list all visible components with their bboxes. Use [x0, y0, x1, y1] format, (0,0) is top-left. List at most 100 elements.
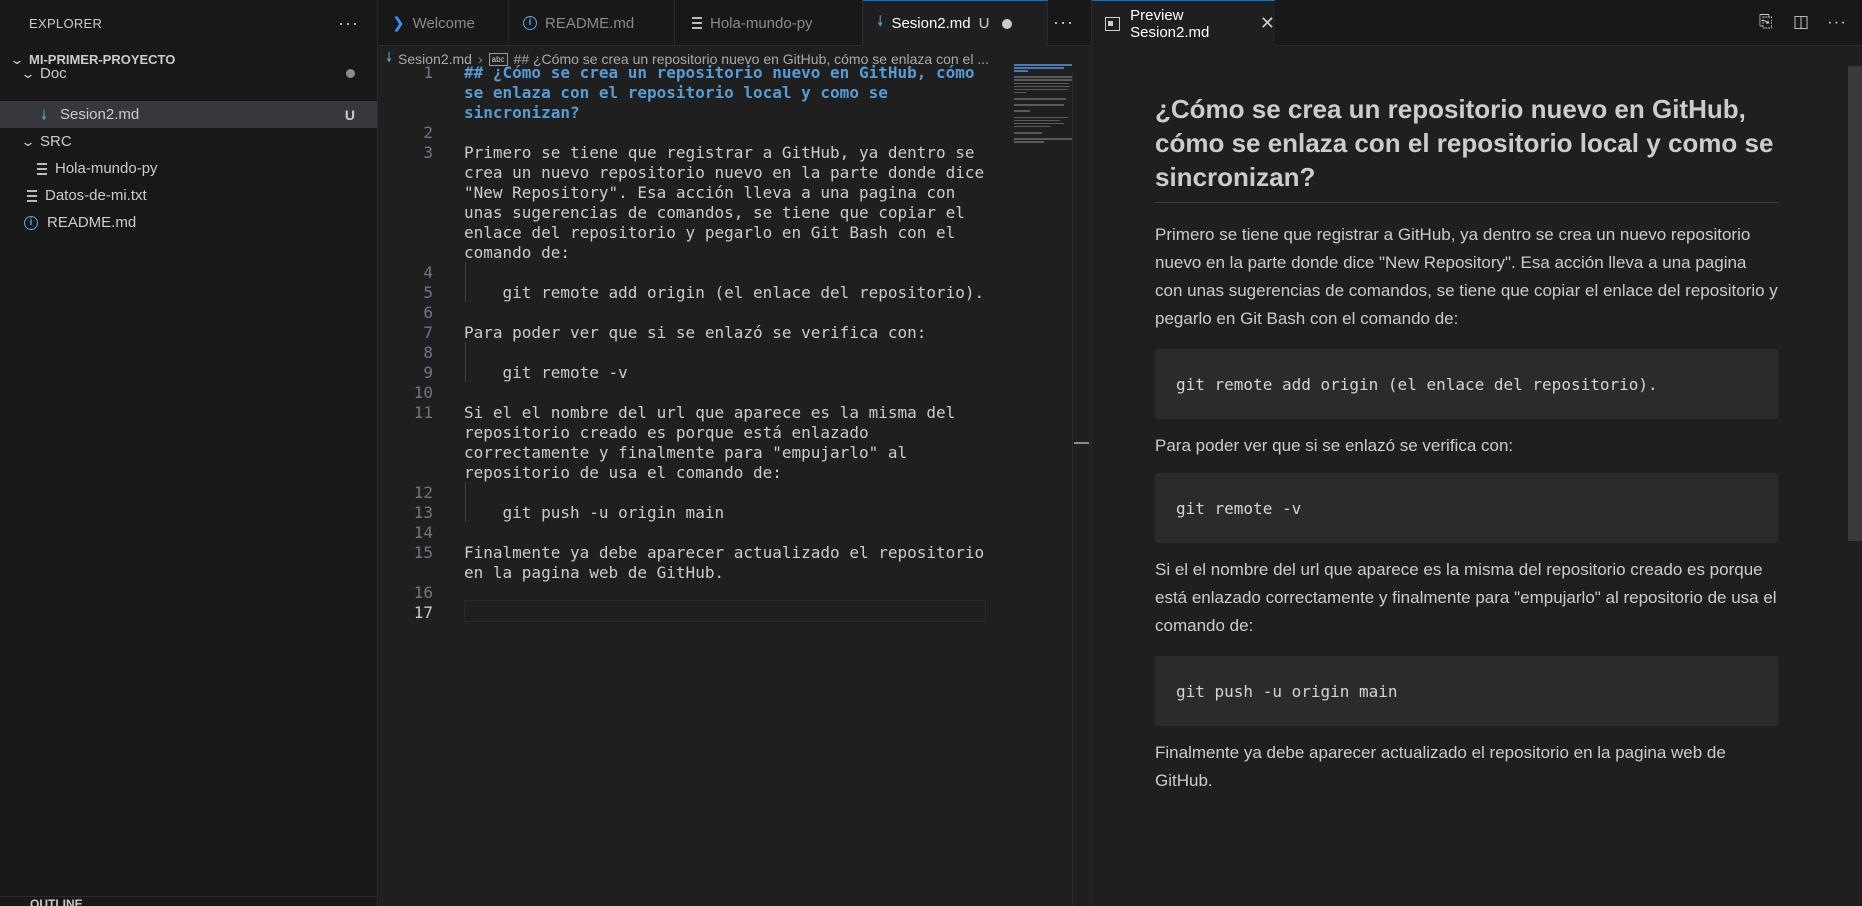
open-source-icon[interactable]: ⎘ [1759, 12, 1773, 32]
tab-label: Welcome [412, 14, 475, 32]
line-number: 1 [423, 63, 433, 82]
info-icon: i [523, 16, 537, 30]
markdown-preview[interactable]: ¿Cómo se crea un repositorio nuevo en Gi… [1091, 46, 1862, 906]
code-line: ## ¿Cómo se crea un repositorio nuevo en… [464, 63, 975, 82]
explorer-sidebar: EXPLORER ··· ⌄ MI-PRIMER-PROYECTO ⌄ Doc … [0, 0, 378, 906]
line-number: 14 [413, 523, 433, 542]
preview-paragraph: Si el el nombre del url que aparece es l… [1155, 560, 1777, 635]
file-label: Datos-de-mi.txt [45, 187, 147, 204]
unsaved-dot-icon[interactable] [1001, 18, 1012, 29]
explorer-more-icon[interactable]: ··· [338, 13, 359, 34]
tab-label: Hola-mundo-py [710, 14, 813, 32]
file-label: README.md [47, 214, 137, 231]
code-line: git remote -v [464, 363, 628, 382]
code-line: "New Repository". Esa acción lleva a una… [464, 183, 956, 202]
preview-code-block: git remote -v [1155, 473, 1778, 543]
file-datos-de-mi-txt[interactable]: Datos-de-mi.txt [0, 182, 377, 209]
untracked-badge: U [344, 106, 355, 123]
code-line: repositorio creado es porque está enlaza… [464, 423, 869, 442]
preview-paragraph: Finalmente ya debe aparecer actualizado … [1155, 743, 1726, 790]
preview-code-block: git remote add origin (el enlace del rep… [1155, 349, 1778, 419]
preview-paragraph: Primero se tiene que registrar a GitHub,… [1155, 225, 1778, 328]
info-icon: i [24, 215, 38, 230]
code-line: se enlaza con el repositorio local y com… [464, 83, 888, 102]
preview-heading: ¿Cómo se crea un repositorio nuevo en Gi… [1155, 92, 1778, 203]
line-number: 3 [423, 143, 433, 162]
close-icon[interactable]: ✕ [1260, 13, 1275, 34]
minimap[interactable] [1014, 64, 1074, 144]
line-number: 10 [413, 383, 433, 402]
text-file-icon [37, 162, 47, 175]
code-line: en la pagina web de GitHub. [464, 563, 725, 582]
tab-readme[interactable]: i README.md [509, 0, 675, 46]
folder-src[interactable]: ⌄ SRC [0, 128, 377, 155]
file-hola-mundo-py[interactable]: Hola-mundo-py [0, 155, 377, 182]
current-line-highlight [464, 600, 986, 622]
line-number: 7 [423, 323, 433, 342]
folder-label: SRC [40, 133, 72, 150]
preview-scrollbar[interactable] [1848, 66, 1862, 541]
code-line: enlace del repositorio y pegarlo en Git … [464, 223, 956, 242]
line-number: 13 [413, 503, 433, 522]
explorer-header: EXPLORER ··· [0, 0, 377, 46]
more-actions-icon[interactable]: ··· [1827, 12, 1847, 32]
editor-scrollbar[interactable] [1072, 72, 1073, 906]
line-number: 11 [413, 403, 433, 422]
line-number: 15 [413, 543, 433, 562]
untracked-badge: U [978, 15, 990, 32]
tab-welcome[interactable]: ❯ Welcome [378, 0, 509, 46]
markdown-file-icon: 🠗 [40, 106, 47, 123]
code-line: Primero se tiene que registrar a GitHub,… [464, 143, 975, 162]
preview-tab-bar: Preview Sesion2.md ✕ ⎘ ◫ ··· [1091, 0, 1862, 46]
editor-more-actions-icon[interactable]: ··· [1053, 12, 1074, 33]
outline-section-header[interactable]: OUTLINE [0, 896, 377, 906]
explorer-title: EXPLORER [29, 15, 103, 31]
code-line: git push -u origin main [464, 503, 725, 522]
line-number: 16 [413, 583, 433, 602]
tab-label: Sesion2.md [891, 15, 971, 32]
markdown-file-icon: 🠗 [877, 13, 884, 30]
line-number: 6 [423, 303, 433, 322]
preview-icon [1105, 16, 1121, 31]
code-line: repositorio de usa el comando de: [464, 463, 782, 482]
chevron-down-icon: ⌄ [20, 65, 36, 81]
code-line: Para poder ver que si se enlazó se verif… [464, 323, 927, 342]
code-line: crea un nuevo repositorio nuevo en la pa… [464, 163, 985, 182]
split-editor-icon[interactable]: ◫ [1793, 12, 1809, 32]
vscode-logo-icon: ❯ [392, 15, 405, 32]
tab-label: README.md [545, 14, 635, 32]
text-file-icon [27, 189, 37, 202]
line-number: 5 [423, 283, 433, 302]
file-sesion2-md[interactable]: 🠗 Sesion2.md U [0, 101, 377, 128]
file-readme-md[interactable]: i README.md [0, 209, 377, 236]
code-line: Finalmente ya debe aparecer actualizado … [464, 543, 985, 562]
code-line: comando de: [464, 243, 570, 262]
folder-label: Doc [40, 65, 67, 82]
line-number: 9 [423, 363, 433, 382]
code-line: git remote add origin (el enlace del rep… [464, 283, 985, 302]
file-label: Hola-mundo-py [55, 160, 158, 177]
outline-label: OUTLINE [30, 897, 83, 906]
tab-hola-mundo-py[interactable]: Hola-mundo-py [675, 0, 863, 46]
text-file-icon [692, 17, 702, 29]
line-number: 2 [423, 123, 433, 142]
tab-label: Preview Sesion2.md [1130, 6, 1210, 41]
line-number: 4 [423, 263, 433, 282]
line-number: 8 [423, 343, 433, 362]
line-number-current: 17 [413, 603, 433, 622]
code-line: sincronizan? [464, 103, 580, 122]
tab-sesion2-md[interactable]: 🠗 Sesion2.md U [863, 0, 1048, 46]
preview-code-block: git push -u origin main [1155, 656, 1778, 726]
code-line: correctamente y finalmente para "empujar… [464, 443, 908, 462]
file-label: Sesion2.md [60, 106, 140, 123]
code-line: unas sugerencias de comandos, se tiene q… [464, 203, 965, 222]
line-number: 12 [413, 483, 433, 502]
tab-preview-sesion2[interactable]: Preview Sesion2.md ✕ [1092, 0, 1275, 46]
preview-paragraph: Para poder ver que si se enlazó se verif… [1155, 436, 1514, 455]
editor-tab-bar: ❯ Welcome i README.md Hola-mundo-py 🠗 Se… [378, 0, 1091, 46]
code-editor[interactable]: 1 2 3 4 5 6 7 8 9 10 11 12 13 14 15 16 1… [378, 63, 1091, 906]
chevron-down-icon: ⌄ [20, 133, 36, 149]
folder-doc[interactable]: ⌄ Doc [0, 60, 377, 87]
scrollbar-position-marker [1074, 442, 1089, 444]
preview-document: ¿Cómo se crea un repositorio nuevo en Gi… [1155, 92, 1778, 795]
